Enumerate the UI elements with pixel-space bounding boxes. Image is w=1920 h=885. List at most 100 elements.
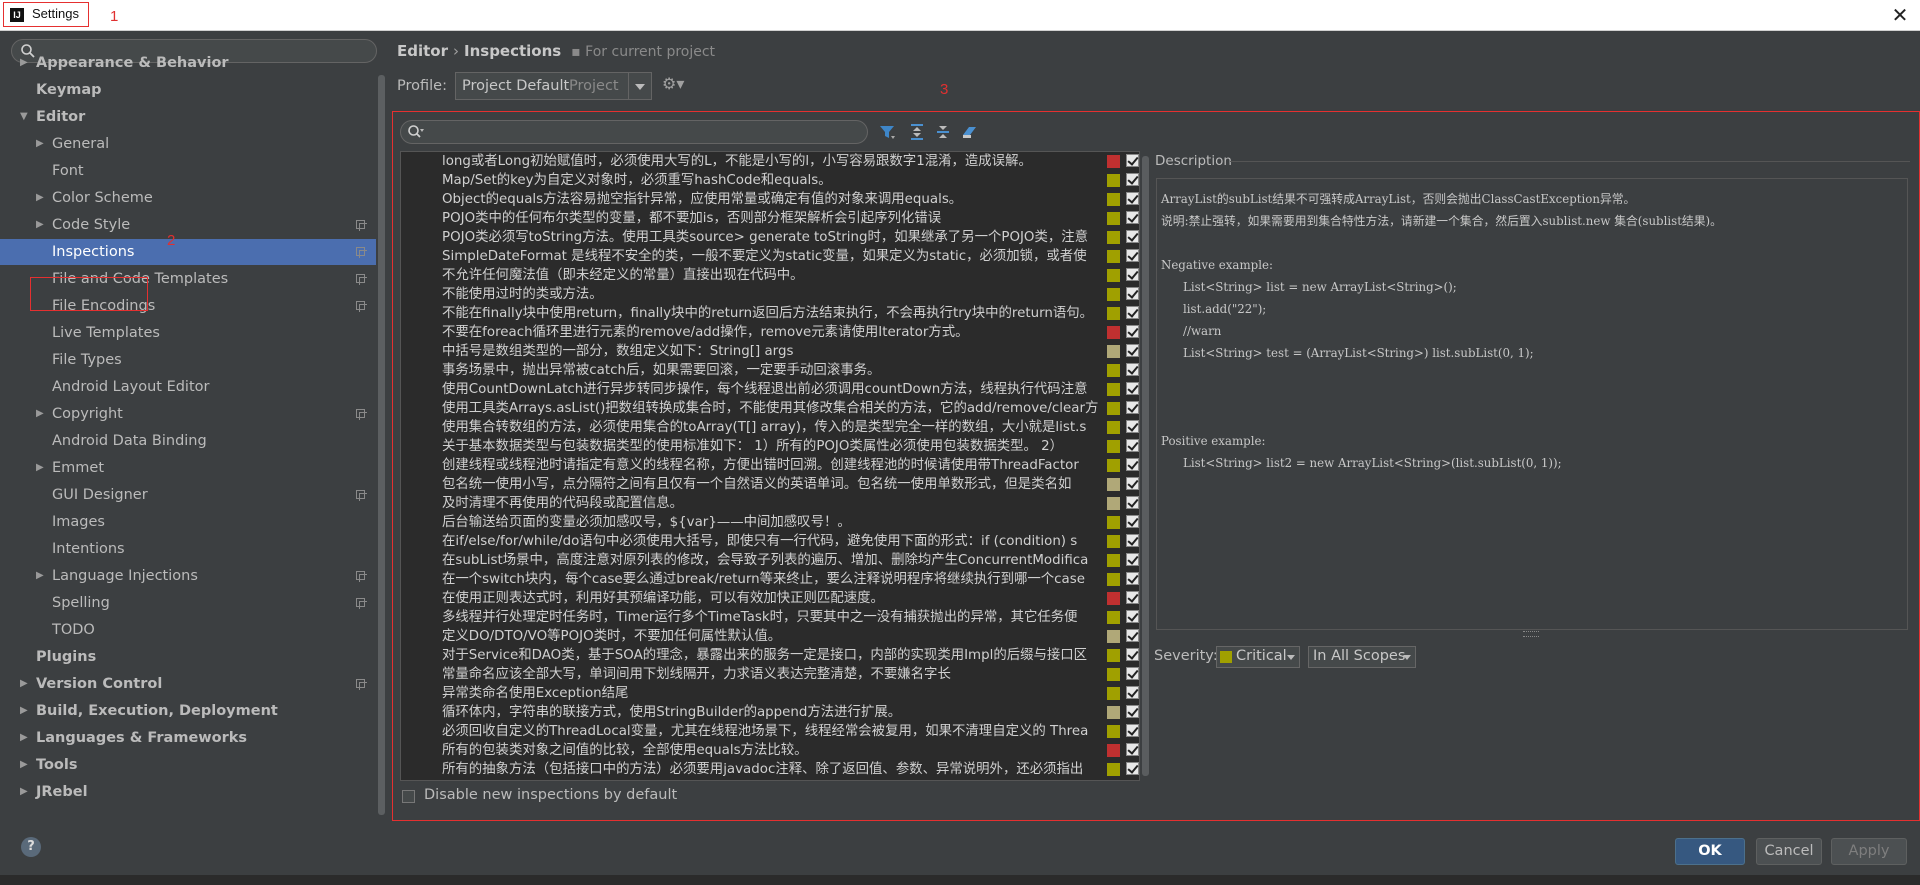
expand-all-icon[interactable] — [908, 123, 926, 141]
inspection-enabled-checkbox[interactable] — [1126, 477, 1139, 490]
sidebar-item[interactable]: ▶ Code Style — [0, 212, 376, 238]
inspection-row[interactable]: POJO类中的任何布尔类型的变量，都不要加is，否则部分框架解析会引起序列化错误 — [401, 209, 1139, 228]
sidebar-item[interactable]: ▶ Languages & Frameworks — [0, 725, 376, 751]
sidebar-item[interactable]: Intentions — [0, 536, 376, 562]
inspection-row[interactable]: 必须回收自定义的ThreadLocal变量，尤其在线程池场景下，线程经常会被复用… — [401, 722, 1139, 741]
collapse-all-icon[interactable] — [934, 123, 952, 141]
sidebar-item[interactable]: Spelling — [0, 590, 376, 616]
sidebar-item[interactable]: ▶ Build, Execution, Deployment — [0, 698, 376, 724]
sidebar-item[interactable]: ▶ Tools — [0, 752, 376, 778]
splitter-grip[interactable] — [1523, 631, 1539, 637]
inspection-row[interactable]: 多线程并行处理定时任务时，Timer运行多个TimeTask时，只要其中之一没有… — [401, 608, 1139, 627]
inspection-row[interactable]: 不要在foreach循环里进行元素的remove/add操作，remove元素请… — [401, 323, 1139, 342]
inspection-enabled-checkbox[interactable] — [1126, 325, 1139, 338]
reset-icon[interactable] — [960, 123, 978, 141]
inspection-row[interactable]: 循环体内，字符串的联接方式，使用StringBuilder的append方法进行… — [401, 703, 1139, 722]
inspection-row[interactable]: 使用集合转数组的方法，必须使用集合的toArray(T[] array)，传入的… — [401, 418, 1139, 437]
sidebar-item[interactable]: ▶ Color Scheme — [0, 185, 376, 211]
inspection-row[interactable]: 不允许任何魔法值（即未经定义的常量）直接出现在代码中。 — [401, 266, 1139, 285]
chevron-right-icon[interactable]: ▶ — [36, 455, 44, 481]
inspection-enabled-checkbox[interactable] — [1126, 553, 1139, 566]
gear-button[interactable]: ⚙▾ — [662, 74, 684, 93]
severity-select[interactable]: Critical — [1216, 646, 1300, 668]
inspection-row[interactable]: 使用CountDownLatch进行异步转同步操作，每个线程退出前必须调用cou… — [401, 380, 1139, 399]
sidebar-item[interactable]: ▶ Emmet — [0, 455, 376, 481]
inspection-enabled-checkbox[interactable] — [1126, 648, 1139, 661]
inspection-enabled-checkbox[interactable] — [1126, 230, 1139, 243]
ok-button[interactable]: OK — [1675, 838, 1745, 865]
inspection-row[interactable]: 对于Service和DAO类，基于SOA的理念，暴露出来的服务一定是接口，内部的… — [401, 646, 1139, 665]
chevron-right-icon[interactable]: ▶ — [36, 185, 44, 211]
chevron-right-icon[interactable]: ▶ — [36, 131, 44, 157]
inspection-enabled-checkbox[interactable] — [1126, 762, 1139, 775]
inspection-row[interactable]: 及时清理不再使用的代码段或配置信息。 — [401, 494, 1139, 513]
inspection-row[interactable]: 在subList场景中，高度注意对原列表的修改，会导致子列表的遍历、增加、删除均… — [401, 551, 1139, 570]
inspection-enabled-checkbox[interactable] — [1126, 154, 1139, 167]
inspection-enabled-checkbox[interactable] — [1126, 211, 1139, 224]
inspection-enabled-checkbox[interactable] — [1126, 401, 1139, 414]
chevron-right-icon[interactable]: ▶ — [20, 698, 28, 724]
inspection-enabled-checkbox[interactable] — [1126, 173, 1139, 186]
inspection-enabled-checkbox[interactable] — [1126, 572, 1139, 585]
chevron-right-icon[interactable]: ▶ — [20, 779, 28, 805]
inspection-enabled-checkbox[interactable] — [1126, 686, 1139, 699]
inspection-enabled-checkbox[interactable] — [1126, 743, 1139, 756]
inspection-enabled-checkbox[interactable] — [1126, 192, 1139, 205]
inspection-row[interactable]: long或者Long初始赋值时，必须使用大写的L，不能是小写的l，小写容易跟数字… — [401, 152, 1139, 171]
inspection-enabled-checkbox[interactable] — [1126, 344, 1139, 357]
profile-select[interactable]: Project Default Project — [455, 72, 652, 100]
inspection-row[interactable]: Map/Set的key为自定义对象时，必须重写hashCode和equals。 — [401, 171, 1139, 190]
inspection-row[interactable]: 不能使用过时的类或方法。 — [401, 285, 1139, 304]
chevron-right-icon[interactable]: ▶ — [20, 671, 28, 697]
chevron-right-icon[interactable]: ▶ — [20, 50, 28, 76]
help-button[interactable]: ? — [21, 837, 41, 857]
sidebar-item[interactable]: Android Layout Editor — [0, 374, 376, 400]
chevron-right-icon[interactable]: ▶ — [36, 212, 44, 238]
sidebar-item[interactable]: Plugins — [0, 644, 376, 670]
inspection-enabled-checkbox[interactable] — [1126, 382, 1139, 395]
inspection-enabled-checkbox[interactable] — [1126, 268, 1139, 281]
sidebar-item[interactable]: Keymap — [0, 77, 376, 103]
chevron-down-icon[interactable]: ▼ — [20, 104, 28, 130]
inspection-enabled-checkbox[interactable] — [1126, 496, 1139, 509]
sidebar-item[interactable]: ▶ Version Control — [0, 671, 376, 697]
inspection-row[interactable]: 定义DO/DTO/VO等POJO类时，不要加任何属性默认值。 — [401, 627, 1139, 646]
sidebar-item[interactable]: ▶ Copyright — [0, 401, 376, 427]
inspection-row[interactable]: 在使用正则表达式时，利用好其预编译功能，可以有效加快正则匹配速度。 — [401, 589, 1139, 608]
sidebar-item[interactable]: File Types — [0, 347, 376, 373]
sidebar-scrollbar[interactable] — [378, 75, 385, 815]
inspection-enabled-checkbox[interactable] — [1126, 306, 1139, 319]
chevron-right-icon[interactable]: ▶ — [36, 401, 44, 427]
sidebar-item[interactable]: GUI Designer — [0, 482, 376, 508]
inspection-enabled-checkbox[interactable] — [1126, 287, 1139, 300]
inspection-enabled-checkbox[interactable] — [1126, 724, 1139, 737]
chevron-right-icon[interactable]: ▶ — [20, 725, 28, 751]
inspection-row[interactable]: 不能在finally块中使用return，finally块中的return返回后… — [401, 304, 1139, 323]
inspection-enabled-checkbox[interactable] — [1126, 439, 1139, 452]
inspection-enabled-checkbox[interactable] — [1126, 515, 1139, 528]
inspection-row[interactable]: 常量命名应该全部大写，单词间用下划线隔开，力求语义表达完整清楚，不要嫌名字长 — [401, 665, 1139, 684]
close-button[interactable]: ✕ — [1888, 3, 1912, 27]
inspection-row[interactable]: 事务场景中，抛出异常被catch后，如果需要回滚，一定要手动回滚事务。 — [401, 361, 1139, 380]
apply-button[interactable]: Apply — [1831, 838, 1907, 865]
sidebar-item[interactable]: Font — [0, 158, 376, 184]
inspection-row[interactable]: 所有的包装类对象之间值的比较，全部使用equals方法比较。 — [401, 741, 1139, 760]
inspection-enabled-checkbox[interactable] — [1126, 249, 1139, 262]
sidebar-item[interactable]: ▼ Editor — [0, 104, 376, 130]
inspection-row[interactable]: 所有的抽象方法（包括接口中的方法）必须要用javadoc注释、除了返回值、参数、… — [401, 760, 1139, 779]
inspection-enabled-checkbox[interactable] — [1126, 705, 1139, 718]
inspection-enabled-checkbox[interactable] — [1126, 534, 1139, 547]
disable-new-inspections-checkbox[interactable] — [402, 790, 415, 803]
sidebar-item[interactable]: TODO — [0, 617, 376, 643]
inspection-enabled-checkbox[interactable] — [1126, 420, 1139, 433]
inspection-row[interactable]: Object的equals方法容易抛空指针异常，应使用常量或确定有值的对象来调用… — [401, 190, 1139, 209]
inspection-enabled-checkbox[interactable] — [1126, 363, 1139, 376]
inspection-row[interactable]: 关于基本数据类型与包装数据类型的使用标准如下： 1）所有的POJO类属性必须使用… — [401, 437, 1139, 456]
inspection-enabled-checkbox[interactable] — [1126, 591, 1139, 604]
inspection-enabled-checkbox[interactable] — [1126, 458, 1139, 471]
inspection-enabled-checkbox[interactable] — [1126, 667, 1139, 680]
inspection-row[interactable]: POJO类必须写toString方法。使用工具类source> generate… — [401, 228, 1139, 247]
chevron-right-icon[interactable]: ▶ — [36, 563, 44, 589]
sidebar-item[interactable]: ▶ General — [0, 131, 376, 157]
inspection-row[interactable]: 后台输送给页面的变量必须加感叹号，${var}——中间加感叹号！。 — [401, 513, 1139, 532]
